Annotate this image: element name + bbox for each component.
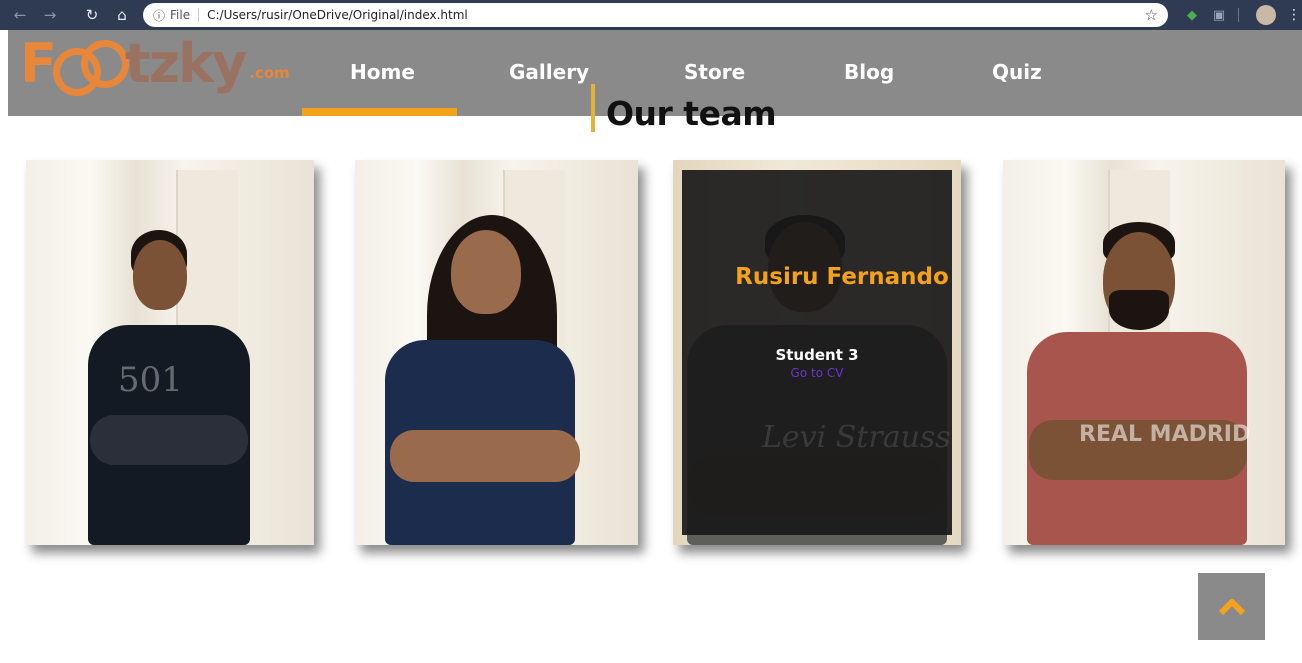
nav-link-store[interactable]: Store xyxy=(684,60,745,84)
member-role: Student 3 xyxy=(775,346,859,364)
shirt-print: 501 xyxy=(118,360,183,400)
forward-icon[interactable]: → xyxy=(38,3,62,27)
logo-letter-f: F xyxy=(20,32,57,95)
section-title: Our team xyxy=(606,94,777,133)
shirt-print: REAL MADRID xyxy=(1079,422,1251,447)
logo-domain: .com xyxy=(249,64,290,82)
team-photo-2 xyxy=(355,160,638,545)
scheme-label: File xyxy=(170,8,191,22)
info-icon[interactable]: ⓘ xyxy=(153,7,165,24)
cv-link[interactable]: Go to CV xyxy=(682,366,952,380)
back-icon[interactable]: ← xyxy=(8,3,32,27)
pdf-extension-icon[interactable]: ▣ xyxy=(1210,6,1228,24)
star-icon[interactable]: ☆ xyxy=(1145,6,1158,24)
nav-link-blog[interactable]: Blog xyxy=(844,60,894,84)
extension-icon[interactable]: ◆ xyxy=(1183,6,1201,24)
address-bar[interactable]: ⓘ File C:/Users/rusir/OneDrive/Original/… xyxy=(143,3,1168,27)
active-nav-indicator xyxy=(302,108,457,116)
url-text: C:/Users/rusir/OneDrive/Original/index.h… xyxy=(207,8,468,22)
toolbar-separator xyxy=(1238,8,1239,22)
team-card-1[interactable]: 501 xyxy=(26,160,314,545)
team-card-3[interactable]: Levi Strauss Rusiru Fernando Student 3 G… xyxy=(673,160,961,545)
browser-toolbar: ← → ↻ ⌂ ⓘ File C:/Users/rusir/OneDrive/O… xyxy=(0,0,1302,30)
home-icon[interactable]: ⌂ xyxy=(110,3,134,27)
logo-letters: tzky xyxy=(124,32,247,95)
nav-link-gallery[interactable]: Gallery xyxy=(509,60,589,84)
member-overlay: Levi Strauss Rusiru Fernando Student 3 G… xyxy=(682,170,952,535)
nav-link-home[interactable]: Home xyxy=(350,60,415,84)
menu-icon[interactable]: ⋮ xyxy=(1285,6,1302,24)
member-name: Rusiru Fernando xyxy=(735,264,949,290)
team-photo-4: REAL MADRID xyxy=(1003,160,1285,545)
heading-accent-bar xyxy=(591,84,595,132)
team-card-4[interactable]: REAL MADRID xyxy=(1003,160,1285,545)
logo-double-o-icon xyxy=(52,40,129,96)
team-photo-1: 501 xyxy=(26,160,314,545)
address-separator xyxy=(198,8,200,22)
back-to-top-button[interactable] xyxy=(1198,573,1265,640)
reload-icon[interactable]: ↻ xyxy=(80,3,104,27)
site-logo[interactable]: F tzky .com xyxy=(20,32,290,96)
chevron-up-icon xyxy=(1218,598,1245,615)
profile-avatar[interactable] xyxy=(1256,5,1276,25)
shirt-print: Levi Strauss xyxy=(762,420,951,455)
team-card-2[interactable] xyxy=(355,160,638,545)
nav-link-quiz[interactable]: Quiz xyxy=(992,60,1042,84)
